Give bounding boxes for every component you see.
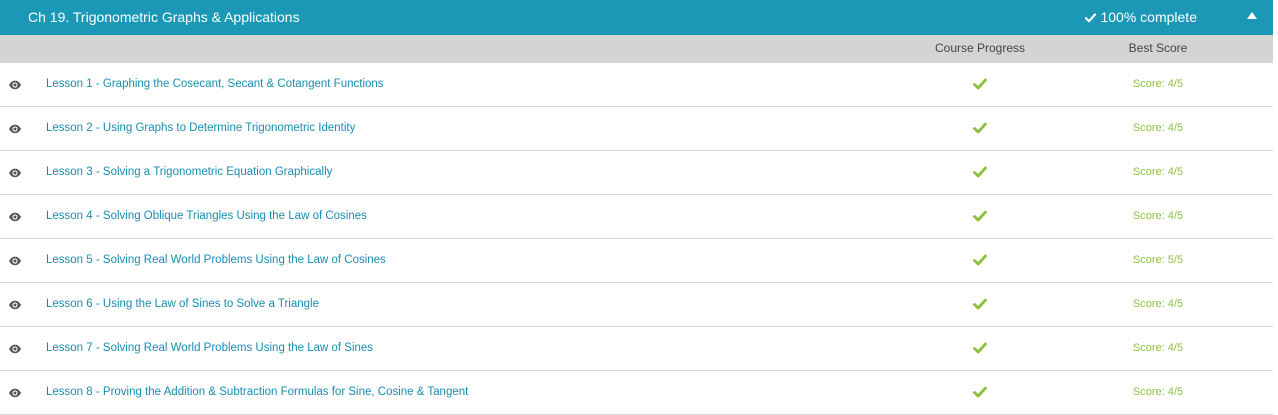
eye-icon[interactable] (8, 77, 22, 95)
progress-checkmark-icon (973, 341, 987, 359)
lesson-row: Lesson 2 - Using Graphs to Determine Tri… (0, 107, 1273, 151)
progress-checkmark-icon (973, 297, 987, 315)
best-score: Score: 4/5 (1132, 166, 1184, 178)
progress-checkmark-icon (973, 121, 987, 139)
eye-icon[interactable] (8, 253, 22, 271)
completion-label: 100% complete (1100, 9, 1197, 25)
progress-checkmark-icon (973, 209, 987, 227)
lesson-row: Lesson 8 - Proving the Addition & Subtra… (0, 371, 1273, 415)
completion-status: 100% complete (1085, 0, 1197, 35)
eye-icon[interactable] (8, 341, 22, 359)
lesson-row: Lesson 5 - Solving Real World Problems U… (0, 239, 1273, 283)
lesson-row: Lesson 3 - Solving a Trigonometric Equat… (0, 151, 1273, 195)
lesson-list: Lesson 1 - Graphing the Cosecant, Secant… (0, 63, 1273, 415)
lesson-link[interactable]: Lesson 4 - Solving Oblique Triangles Usi… (46, 195, 367, 237)
eye-icon[interactable] (8, 165, 22, 183)
best-score-header: Best Score (1128, 41, 1188, 55)
best-score: Score: 4/5 (1132, 298, 1184, 310)
column-header-row: Course Progress Best Score (0, 35, 1273, 63)
lesson-link[interactable]: Lesson 3 - Solving a Trigonometric Equat… (46, 151, 332, 193)
best-score: Score: 4/5 (1132, 210, 1184, 222)
chapter-header[interactable]: Ch 19. Trigonometric Graphs & Applicatio… (0, 0, 1273, 35)
lesson-link[interactable]: Lesson 2 - Using Graphs to Determine Tri… (46, 107, 355, 149)
eye-icon[interactable] (8, 121, 22, 139)
lesson-row: Lesson 4 - Solving Oblique Triangles Usi… (0, 195, 1273, 239)
lesson-link[interactable]: Lesson 6 - Using the Law of Sines to Sol… (46, 283, 319, 325)
best-score: Score: 4/5 (1132, 122, 1184, 134)
lesson-link[interactable]: Lesson 5 - Solving Real World Problems U… (46, 239, 386, 281)
course-progress-header: Course Progress (934, 41, 1026, 55)
progress-checkmark-icon (973, 253, 987, 271)
checkmark-icon (1085, 12, 1097, 23)
progress-checkmark-icon (973, 77, 987, 95)
eye-icon[interactable] (8, 385, 22, 403)
progress-checkmark-icon (973, 385, 987, 403)
lesson-link[interactable]: Lesson 8 - Proving the Addition & Subtra… (46, 371, 468, 413)
lesson-row: Lesson 6 - Using the Law of Sines to Sol… (0, 283, 1273, 327)
chapter-title: Ch 19. Trigonometric Graphs & Applicatio… (28, 9, 300, 25)
progress-checkmark-icon (973, 165, 987, 183)
lesson-link[interactable]: Lesson 7 - Solving Real World Problems U… (46, 327, 373, 369)
best-score: Score: 4/5 (1132, 342, 1184, 354)
eye-icon[interactable] (8, 297, 22, 315)
lesson-row: Lesson 7 - Solving Real World Problems U… (0, 327, 1273, 371)
chapter-panel: Ch 19. Trigonometric Graphs & Applicatio… (0, 0, 1273, 415)
best-score: Score: 4/5 (1132, 386, 1184, 398)
collapse-caret-icon[interactable] (1247, 12, 1257, 19)
lesson-row: Lesson 1 - Graphing the Cosecant, Secant… (0, 63, 1273, 107)
best-score: Score: 4/5 (1132, 78, 1184, 90)
lesson-link[interactable]: Lesson 1 - Graphing the Cosecant, Secant… (46, 63, 384, 105)
best-score: Score: 5/5 (1132, 254, 1184, 266)
eye-icon[interactable] (8, 209, 22, 227)
